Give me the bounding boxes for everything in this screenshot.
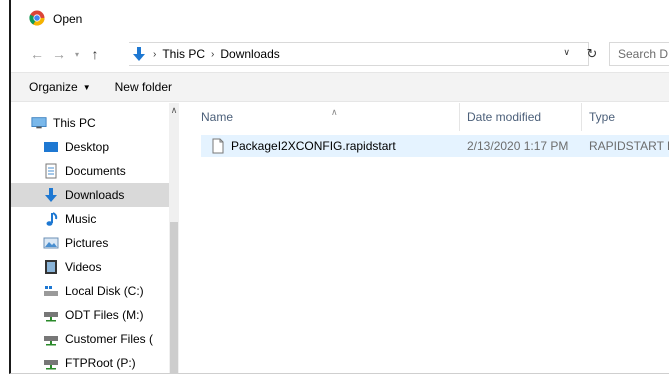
nav-label: Downloads <box>65 188 125 202</box>
this-pc-icon <box>31 115 47 131</box>
nav-item-local-disk[interactable]: Local Disk (C:) <box>11 279 169 303</box>
nav-item-ftproot[interactable]: FTPRoot (P:) <box>11 351 169 373</box>
column-header-date[interactable]: Date modified <box>467 103 579 131</box>
nav-label: Music <box>65 212 97 226</box>
organize-button[interactable]: Organize ▼ <box>29 80 91 94</box>
downloads-icon <box>43 187 59 203</box>
file-row[interactable]: PackageI2XCONFIG.rapidstart 2/13/2020 1:… <box>201 135 669 157</box>
open-dialog: Open ← → ▾ ↑ › This PC › Downloads ∨ ↻ S… <box>9 0 669 374</box>
local-disk-icon <box>43 283 59 299</box>
back-button[interactable]: ← <box>27 44 47 64</box>
nav-item-this-pc[interactable]: This PC <box>11 111 169 135</box>
chrome-icon <box>29 10 45 29</box>
breadcrumb-this-pc[interactable]: This PC <box>162 47 205 61</box>
downloads-icon <box>131 46 147 62</box>
forward-button[interactable]: → <box>49 44 69 64</box>
column-header-label: Date modified <box>467 110 542 124</box>
file-type: RAPIDSTART F <box>589 139 669 153</box>
file-list: ∧ Name Date modified Type PackageI2XCONF… <box>189 103 669 373</box>
pictures-icon <box>43 235 59 251</box>
column-header-label: Name <box>201 110 234 124</box>
nav-label: Documents <box>65 164 126 178</box>
network-drive-icon <box>43 307 59 323</box>
nav-item-videos[interactable]: Videos <box>11 255 169 279</box>
new-folder-button[interactable]: New folder <box>115 80 172 94</box>
videos-icon <box>43 259 59 275</box>
music-icon <box>43 211 59 227</box>
nav-label: Desktop <box>65 140 110 154</box>
chevron-down-icon: ▾ <box>74 49 79 59</box>
address-dropdown-button[interactable]: ∨ <box>563 47 570 58</box>
up-button[interactable]: ↑ <box>85 44 105 64</box>
documents-icon <box>43 163 59 179</box>
column-header-type[interactable]: Type <box>589 103 669 131</box>
scroll-up-button[interactable]: ∧ <box>169 103 179 117</box>
network-drive-icon <box>43 331 59 347</box>
refresh-icon: ↻ <box>586 46 598 61</box>
nav-label: ODT Files (M:) <box>65 308 144 322</box>
nav-item-downloads[interactable]: Downloads <box>11 183 169 207</box>
column-header-label: Type <box>589 110 616 124</box>
arrow-left-icon: ← <box>30 46 44 62</box>
nav-item-customer-files[interactable]: Customer Files ( <box>11 327 169 351</box>
navigation-pane: This PC Desktop Documents Downloads Musi… <box>11 103 179 373</box>
arrow-up-icon: ↑ <box>91 46 99 62</box>
organize-label: Organize <box>29 80 78 94</box>
nav-label: Customer Files ( <box>65 332 154 346</box>
desktop-icon <box>43 139 59 155</box>
column-divider[interactable] <box>459 103 460 131</box>
title-bar: Open <box>11 0 669 38</box>
address-bar[interactable]: › This PC › Downloads ∨ <box>129 42 589 66</box>
nav-item-documents[interactable]: Documents <box>11 159 169 183</box>
window-title: Open <box>53 12 83 26</box>
column-divider[interactable] <box>581 103 582 131</box>
breadcrumb-separator: › <box>153 48 157 60</box>
nav-label: FTPRoot (P:) <box>65 356 136 370</box>
nav-item-music[interactable]: Music <box>11 207 169 231</box>
arrow-right-icon: → <box>52 46 66 62</box>
chevron-down-icon: ∨ <box>563 47 570 57</box>
file-date: 2/13/2020 1:17 PM <box>467 139 569 153</box>
nav-label: Local Disk (C:) <box>65 284 144 298</box>
nav-item-desktop[interactable]: Desktop <box>11 135 169 159</box>
file-icon <box>211 135 225 157</box>
column-header-name[interactable]: Name <box>201 103 461 131</box>
breadcrumb-downloads[interactable]: Downloads <box>220 47 279 61</box>
nav-scrollbar-thumb[interactable] <box>170 222 178 373</box>
network-drive-icon <box>43 355 59 371</box>
file-name: PackageI2XCONFIG.rapidstart <box>231 139 396 153</box>
refresh-button[interactable]: ↻ <box>583 42 601 66</box>
breadcrumb-separator: › <box>211 48 215 60</box>
nav-label: This PC <box>53 116 96 130</box>
chevron-up-icon: ∧ <box>170 104 178 115</box>
command-bar: Organize ▼ New folder <box>11 72 669 102</box>
search-input[interactable]: Search D <box>609 42 669 66</box>
nav-item-odt-files[interactable]: ODT Files (M:) <box>11 303 169 327</box>
recent-locations-button[interactable]: ▾ <box>71 44 83 64</box>
nav-item-pictures[interactable]: Pictures <box>11 231 169 255</box>
nav-label: Videos <box>65 260 102 274</box>
search-placeholder: Search D <box>618 47 669 61</box>
caret-down-icon: ▼ <box>82 82 91 92</box>
nav-label: Pictures <box>65 236 109 250</box>
